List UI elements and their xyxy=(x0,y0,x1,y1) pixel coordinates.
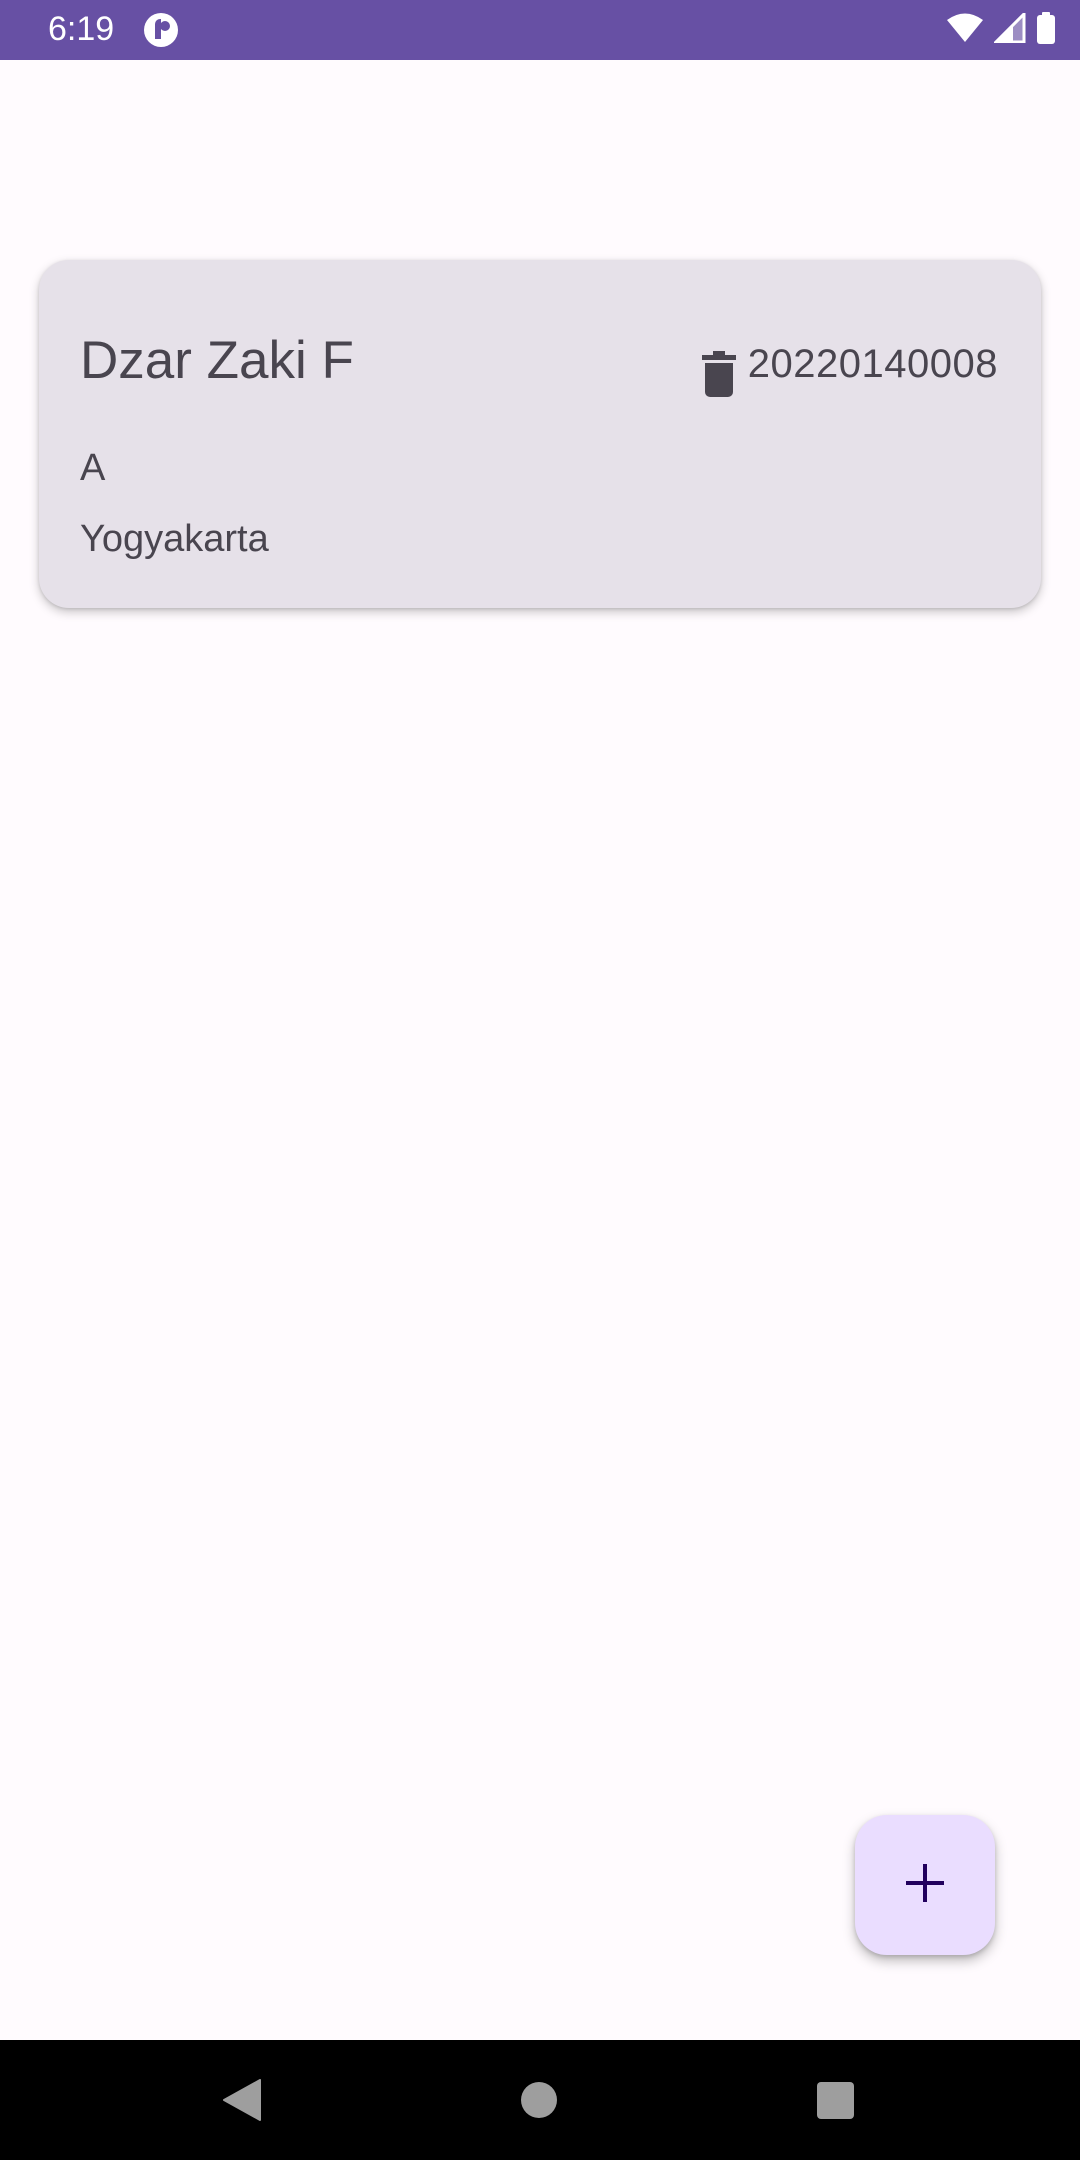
status-icons xyxy=(946,9,1056,49)
status-time: 6:19 xyxy=(48,10,115,48)
trash-icon xyxy=(702,350,736,402)
status-bar: 6:19 xyxy=(0,0,1080,60)
battery-icon xyxy=(1036,11,1056,49)
main-content: Dzar Zaki F 20220140008 A Yogyakarta xyxy=(0,60,1080,2040)
student-name: Dzar Zaki F xyxy=(80,331,354,390)
wifi-icon xyxy=(946,13,984,48)
navigation-bar xyxy=(0,2040,1080,2160)
cellular-signal-icon xyxy=(992,9,1026,48)
student-nim: 20220140008 xyxy=(747,342,998,386)
app-notification-icon xyxy=(143,12,179,48)
add-student-button[interactable] xyxy=(855,1815,995,1955)
back-icon[interactable] xyxy=(222,2079,262,2121)
student-city: Yogyakarta xyxy=(80,518,269,560)
student-class: A xyxy=(80,447,106,489)
recents-icon[interactable] xyxy=(817,2082,854,2119)
home-icon[interactable] xyxy=(521,2082,557,2118)
student-card[interactable]: Dzar Zaki F 20220140008 A Yogyakarta xyxy=(39,260,1041,608)
plus-icon xyxy=(906,1863,944,1907)
